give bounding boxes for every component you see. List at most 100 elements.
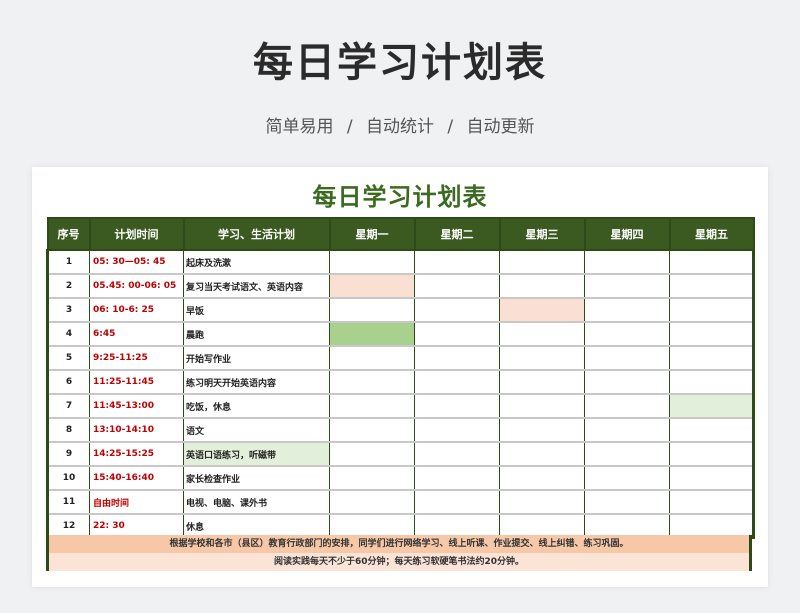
wednesday-cell[interactable] — [499, 249, 585, 275]
tuesday-cell[interactable] — [414, 249, 500, 275]
subtitle-separator: / — [447, 117, 454, 137]
tuesday-cell[interactable] — [414, 465, 500, 491]
plan-cell[interactable]: 家长检查作业 — [183, 465, 330, 491]
tuesday-cell[interactable] — [414, 297, 500, 323]
wednesday-cell[interactable] — [499, 369, 585, 395]
friday-cell[interactable] — [669, 369, 755, 395]
monday-cell[interactable] — [329, 273, 415, 299]
thursday-cell[interactable] — [584, 345, 670, 371]
time-cell[interactable]: 6:45 — [89, 321, 184, 347]
thursday-cell[interactable] — [584, 441, 670, 467]
friday-cell[interactable] — [669, 441, 755, 467]
tuesday-cell[interactable] — [414, 441, 500, 467]
column-header[interactable]: 星期五 — [668, 217, 755, 251]
time-cell[interactable]: 自由时间 — [89, 489, 184, 515]
column-header[interactable]: 星期一 — [328, 217, 416, 251]
tuesday-cell[interactable] — [414, 393, 500, 419]
friday-cell[interactable] — [669, 321, 755, 347]
time-cell[interactable]: 11:25-11:45 — [89, 369, 184, 395]
row-index-cell[interactable]: 4 — [46, 321, 90, 347]
monday-cell[interactable] — [329, 417, 415, 443]
row-index-cell[interactable]: 6 — [46, 369, 90, 395]
thursday-cell[interactable] — [584, 393, 670, 419]
tuesday-cell[interactable] — [414, 489, 500, 515]
plan-cell[interactable]: 吃饭，休息 — [183, 393, 330, 419]
note-banner[interactable]: 根据学校和各市（县区）教育行政部门的安排，同学们进行网络学习、线上听课、作业提交… — [46, 535, 752, 553]
column-header[interactable]: 序号 — [46, 217, 91, 251]
thursday-cell[interactable] — [584, 369, 670, 395]
wednesday-cell[interactable] — [499, 441, 585, 467]
time-cell[interactable]: 11:45-13:00 — [89, 393, 184, 419]
friday-cell[interactable] — [669, 465, 755, 491]
column-header[interactable]: 星期四 — [583, 217, 671, 251]
tuesday-cell[interactable] — [414, 417, 500, 443]
friday-cell[interactable] — [669, 273, 755, 299]
monday-cell[interactable] — [329, 321, 415, 347]
plan-cell[interactable]: 练习明天开始英语内容 — [183, 369, 330, 395]
thursday-cell[interactable] — [584, 273, 670, 299]
plan-cell[interactable]: 开始写作业 — [183, 345, 330, 371]
monday-cell[interactable] — [329, 441, 415, 467]
row-index-cell[interactable]: 2 — [46, 273, 90, 299]
wednesday-cell[interactable] — [499, 321, 585, 347]
time-cell[interactable]: 05.45: 00-06: 05 — [89, 273, 184, 299]
monday-cell[interactable] — [329, 465, 415, 491]
wednesday-cell[interactable] — [499, 345, 585, 371]
wednesday-cell[interactable] — [499, 417, 585, 443]
column-header[interactable]: 星期二 — [413, 217, 501, 251]
time-cell[interactable]: 9:25-11:25 — [89, 345, 184, 371]
plan-cell[interactable]: 早饭 — [183, 297, 330, 323]
time-cell[interactable]: 05: 30—05: 45 — [89, 249, 184, 275]
friday-cell[interactable] — [669, 249, 755, 275]
monday-cell[interactable] — [329, 489, 415, 515]
plan-cell[interactable]: 英语口语练习，听磁带 — [183, 441, 330, 467]
row-index-cell[interactable]: 11 — [46, 489, 90, 515]
row-index-cell[interactable]: 9 — [46, 441, 90, 467]
monday-cell[interactable] — [329, 369, 415, 395]
column-header[interactable]: 计划时间 — [88, 217, 185, 251]
tuesday-cell[interactable] — [414, 345, 500, 371]
friday-cell[interactable] — [669, 297, 755, 323]
thursday-cell[interactable] — [584, 489, 670, 515]
wednesday-cell[interactable] — [499, 465, 585, 491]
thursday-cell[interactable] — [584, 465, 670, 491]
table-row: 8 13:10-14:10 语文 — [46, 417, 755, 443]
plan-cell[interactable]: 复习当天考试语文、英语内容 — [183, 273, 330, 299]
friday-cell[interactable] — [669, 417, 755, 443]
wednesday-cell[interactable] — [499, 489, 585, 515]
wednesday-cell[interactable] — [499, 393, 585, 419]
plan-cell[interactable]: 晨跑 — [183, 321, 330, 347]
column-header[interactable]: 星期三 — [498, 217, 586, 251]
monday-cell[interactable] — [329, 297, 415, 323]
row-index-cell[interactable]: 1 — [46, 249, 90, 275]
row-index-cell[interactable]: 7 — [46, 393, 90, 419]
thursday-cell[interactable] — [584, 297, 670, 323]
friday-cell[interactable] — [669, 345, 755, 371]
row-index-cell[interactable]: 3 — [46, 297, 90, 323]
wednesday-cell[interactable] — [499, 297, 585, 323]
tuesday-cell[interactable] — [414, 321, 500, 347]
note-banner[interactable]: 阅读实践每天不少于60分钟；每天练习软硬笔书法约20分钟。 — [46, 553, 752, 571]
tuesday-cell[interactable] — [414, 273, 500, 299]
row-index-cell[interactable]: 8 — [46, 417, 90, 443]
monday-cell[interactable] — [329, 345, 415, 371]
friday-cell[interactable] — [669, 393, 755, 419]
monday-cell[interactable] — [329, 393, 415, 419]
column-header[interactable]: 学习、生活计划 — [182, 217, 331, 251]
plan-cell[interactable]: 电视、电脑、课外书 — [183, 489, 330, 515]
plan-cell[interactable]: 起床及洗漱 — [183, 249, 330, 275]
tuesday-cell[interactable] — [414, 369, 500, 395]
wednesday-cell[interactable] — [499, 273, 585, 299]
time-cell[interactable]: 06: 10-6: 25 — [89, 297, 184, 323]
friday-cell[interactable] — [669, 489, 755, 515]
row-index-cell[interactable]: 10 — [46, 465, 90, 491]
time-cell[interactable]: 13:10-14:10 — [89, 417, 184, 443]
time-cell[interactable]: 15:40-16:40 — [89, 465, 184, 491]
monday-cell[interactable] — [329, 249, 415, 275]
thursday-cell[interactable] — [584, 249, 670, 275]
time-cell[interactable]: 14:25-15:25 — [89, 441, 184, 467]
row-index-cell[interactable]: 5 — [46, 345, 90, 371]
thursday-cell[interactable] — [584, 321, 670, 347]
plan-cell[interactable]: 语文 — [183, 417, 330, 443]
thursday-cell[interactable] — [584, 417, 670, 443]
